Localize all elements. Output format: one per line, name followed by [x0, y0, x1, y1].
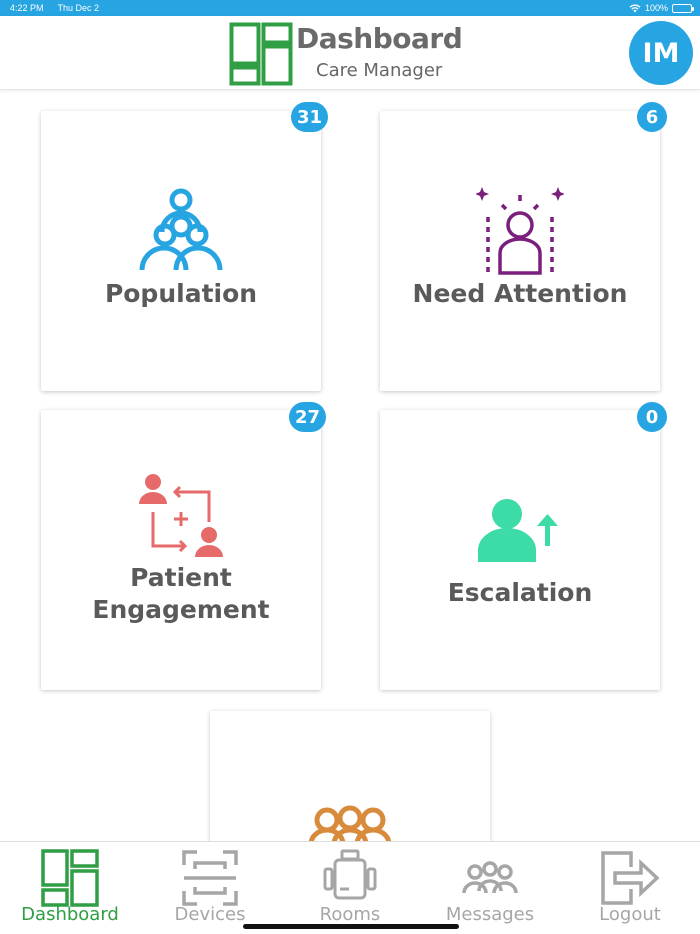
tab-rooms-label: Rooms: [319, 904, 381, 925]
tab-dashboard-label: Dashboard: [21, 904, 119, 925]
attention-person-icon: [476, 187, 564, 275]
population-icon: [139, 188, 223, 271]
need-attention-count-badge: 6: [637, 102, 667, 132]
escalation-icon: [478, 499, 558, 562]
tab-logout-label: Logout: [599, 904, 661, 925]
patient-engagement-icon: [139, 474, 223, 557]
tab-logout[interactable]: Logout: [560, 842, 700, 934]
app-title: Dashboard: [296, 22, 463, 55]
tab-messages[interactable]: Messages: [420, 842, 560, 934]
app-subtitle: Care Manager: [316, 60, 443, 81]
status-date: Thu Dec 2: [57, 3, 100, 13]
battery-icon: [672, 3, 694, 13]
group-icon: [308, 805, 392, 844]
population-card[interactable]: Population: [41, 111, 321, 391]
messages-group-icon: [462, 861, 518, 894]
tab-devices[interactable]: Devices: [140, 842, 280, 934]
user-avatar[interactable]: IM: [629, 21, 693, 85]
need-attention-card[interactable]: Need Attention: [380, 111, 660, 391]
tab-messages-label: Messages: [445, 904, 535, 925]
home-indicator[interactable]: [243, 924, 459, 929]
escalation-count-badge: 0: [637, 402, 667, 432]
patient-engagement-card[interactable]: Patient Engagement: [41, 410, 321, 690]
population-label: Population: [104, 279, 258, 308]
need-attention-label: Need Attention: [412, 279, 628, 308]
status-time: 4:22 PM: [10, 3, 44, 13]
patient-engagement-label-line1: Patient: [130, 563, 232, 592]
tab-dashboard[interactable]: Dashboard: [0, 842, 140, 934]
patient-engagement-label-line2: Engagement: [92, 595, 270, 624]
battery-percent: 100%: [644, 3, 668, 13]
dashboard-icon: [41, 849, 99, 907]
status-bar: 4:22 PM Thu Dec 2 100%: [0, 0, 700, 16]
patient-engagement-count-badge: 27: [289, 402, 327, 432]
patient-engagement-label: Patient Engagement: [41, 562, 321, 626]
bottom-tab-bar: Dashboard Devices Rooms Messages Logout: [0, 841, 700, 934]
room-icon: [323, 849, 377, 900]
group-card[interactable]: [210, 711, 490, 851]
escalation-label: Escalation: [447, 578, 593, 607]
population-count-badge: 31: [291, 102, 329, 132]
scan-device-icon: [182, 850, 238, 906]
status-right: 100%: [629, 3, 694, 13]
tab-devices-label: Devices: [174, 904, 246, 925]
wifi-icon: [629, 4, 641, 12]
escalation-card[interactable]: Escalation: [380, 410, 660, 690]
dashboard-logo-icon: [229, 22, 293, 86]
logout-icon: [601, 851, 659, 905]
tab-rooms[interactable]: Rooms: [280, 842, 420, 934]
app-header: Dashboard Care Manager IM: [0, 16, 700, 90]
